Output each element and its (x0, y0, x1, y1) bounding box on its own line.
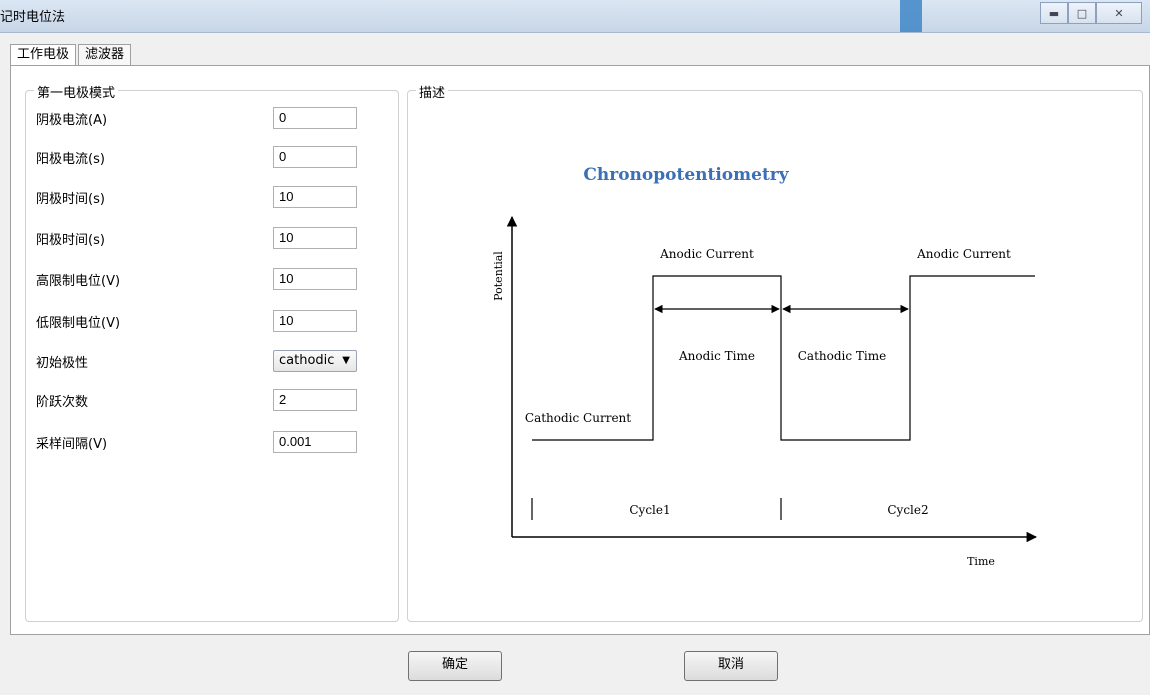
cycle2-label: Cycle2 (887, 503, 928, 517)
cathodic-time-input[interactable]: 10 (273, 186, 357, 208)
step-count-input[interactable]: 2 (273, 389, 357, 411)
chronopotentiometry-diagram: Chronopotentiometry Potential Time Anodi… (492, 165, 1038, 568)
window-titlebar: 记时电位法 ▬ □ ✕ (0, 0, 1150, 33)
description-group: 描述 Chronopotentiometry Potential Time An… (407, 82, 1143, 622)
step-count-label: 阶跃次数 (36, 395, 89, 410)
anodic-time-label: 阳极时间(s) (36, 233, 105, 248)
cycle1-label: Cycle1 (629, 503, 670, 517)
high-limit-potential-label: 高限制电位(V) (36, 274, 121, 289)
sampling-interval-label: 采样间隔(V) (36, 437, 108, 452)
anodic-current-label: 阳极电流(s) (36, 152, 105, 167)
cathodic-current-input[interactable]: 0 (273, 107, 357, 129)
electrode-mode-group: 第一电极模式 阴极电流(A) 0 阳极电流(s) 0 阴极时间(s) 10 阳极… (25, 82, 399, 622)
low-limit-potential-input[interactable]: 10 (273, 310, 357, 332)
window-controls: ▬ □ ✕ (1040, 2, 1142, 24)
cathodic-time-label: 阴极时间(s) (36, 192, 105, 207)
anodic-current-label-2: Anodic Current (916, 247, 1011, 261)
tab-strip: 工作电极 滤波器 (10, 44, 133, 67)
sampling-interval-input[interactable]: 0.001 (273, 431, 357, 453)
initial-polarity-value: cathodic (279, 353, 335, 368)
anodic-current-input[interactable]: 0 (273, 146, 357, 168)
tab-page: 第一电极模式 阴极电流(A) 0 阳极电流(s) 0 阴极时间(s) 10 阳极… (10, 65, 1150, 635)
low-limit-potential-label: 低限制电位(V) (36, 316, 121, 331)
anodic-time-label: Anodic Time (678, 349, 755, 363)
maximize-button[interactable]: □ (1068, 2, 1096, 24)
minimize-button[interactable]: ▬ (1040, 2, 1068, 24)
window-title: 记时电位法 (0, 10, 66, 25)
cancel-button[interactable]: 取消 (684, 651, 778, 681)
high-limit-potential-input[interactable]: 10 (273, 268, 357, 290)
initial-polarity-label: 初始极性 (36, 356, 89, 371)
tab-filter[interactable]: 滤波器 (78, 44, 132, 65)
initial-polarity-select[interactable]: cathodic ▼ (273, 350, 357, 372)
cathodic-current-label: Cathodic Current (525, 411, 631, 425)
y-axis-label: Potential (492, 251, 505, 301)
close-icon: ✕ (1114, 6, 1124, 20)
ok-button[interactable]: 确定 (408, 651, 502, 681)
maximize-icon: □ (1076, 6, 1088, 20)
anodic-current-label-1: Anodic Current (659, 247, 754, 261)
tab-working-electrode[interactable]: 工作电极 (10, 44, 77, 67)
diagram-title: Chronopotentiometry (583, 165, 789, 185)
group-title-electrode-mode: 第一电极模式 (34, 82, 119, 101)
minimize-icon: ▬ (1048, 6, 1060, 20)
cathodic-current-label: 阴极电流(A) (36, 113, 108, 128)
cathodic-time-label: Cathodic Time (798, 349, 887, 363)
x-axis-label: Time (967, 555, 995, 568)
dropdown-arrow-icon: ▼ (342, 355, 350, 366)
close-button[interactable]: ✕ (1096, 2, 1142, 24)
titlebar-accent (900, 0, 922, 32)
anodic-time-input[interactable]: 10 (273, 227, 357, 249)
